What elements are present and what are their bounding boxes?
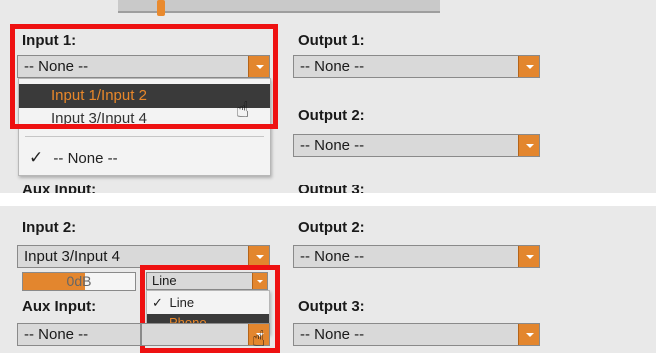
output1-dropdown-value: -- None -- xyxy=(300,58,365,75)
output3-label-cut: Output 3: xyxy=(298,185,418,193)
output2b-dropdown[interactable]: -- None -- xyxy=(293,245,540,268)
output3-dropdown[interactable]: -- None -- xyxy=(293,323,540,346)
output2b-label: Output 2: xyxy=(298,219,365,236)
chevron-down-icon[interactable] xyxy=(518,324,539,345)
chevron-down-icon[interactable] xyxy=(518,246,539,267)
aux-input-label: Aux Input: xyxy=(22,298,97,315)
slider-knob[interactable] xyxy=(156,0,165,16)
output2b-dropdown-value: -- None -- xyxy=(300,248,365,265)
aux-input-label-cut: Aux Input: xyxy=(22,185,142,193)
output3-dropdown-value: -- None -- xyxy=(300,326,365,343)
aux-input-dropdown-tail[interactable] xyxy=(141,323,270,346)
menu-divider xyxy=(25,136,264,137)
hand-pointer-icon: ☝ xyxy=(236,97,250,122)
output2-dropdown-value: -- None -- xyxy=(300,137,365,154)
aux-input-dropdown-value: -- None -- xyxy=(24,326,89,343)
menu-item-none[interactable]: ✓ -- None -- xyxy=(19,147,270,169)
output1-label: Output 1: xyxy=(298,32,365,49)
separator xyxy=(0,193,656,206)
output3-label: Output 3: xyxy=(298,298,365,315)
output2-label: Output 2: xyxy=(298,107,365,124)
aux-input-dropdown[interactable]: -- None -- xyxy=(17,323,141,346)
volume-slider[interactable] xyxy=(118,0,440,16)
chevron-down-icon[interactable] xyxy=(248,246,269,267)
chevron-down-icon[interactable] xyxy=(518,135,539,156)
input2-dropdown-value: Input 3/Input 4 xyxy=(24,248,120,265)
output2-dropdown[interactable]: -- None -- xyxy=(293,134,540,157)
menu-item-none-label: -- None -- xyxy=(53,150,118,167)
chevron-down-icon[interactable] xyxy=(518,56,539,77)
gain-slider[interactable]: 0dB xyxy=(22,272,136,291)
checkmark-icon: ✓ xyxy=(29,148,44,167)
input2-label: Input 2: xyxy=(22,219,77,236)
hand-pointer-icon: ☝ xyxy=(252,326,266,351)
output1-dropdown[interactable]: -- None -- xyxy=(293,55,540,78)
gain-value: 0dB xyxy=(66,273,92,289)
